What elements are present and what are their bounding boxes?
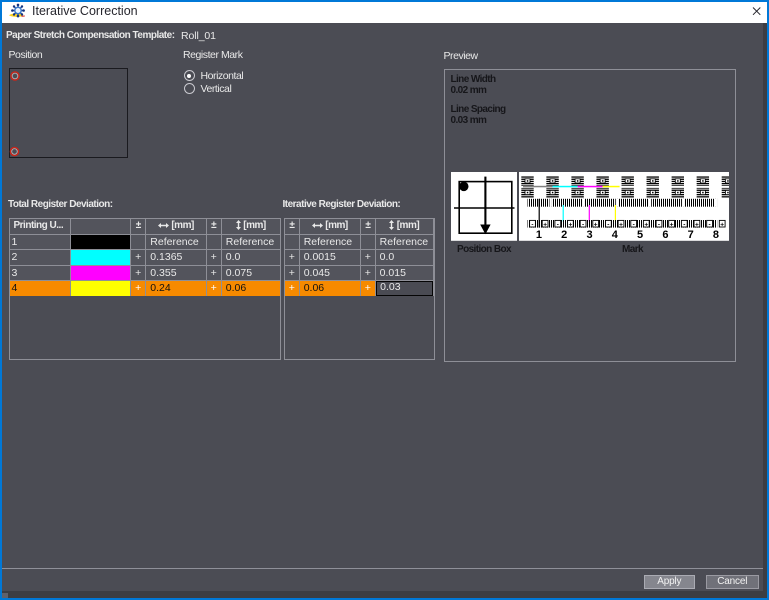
svg-text:6: 6: [662, 229, 668, 241]
svg-text:-: -: [708, 221, 710, 228]
svg-text:+: +: [694, 221, 698, 228]
svg-text:-: -: [531, 221, 533, 228]
svg-text:+: +: [619, 221, 623, 228]
svg-text:-: -: [607, 221, 609, 228]
svg-text:4: 4: [611, 229, 618, 241]
svg-text:+: +: [720, 221, 724, 228]
svg-text:-: -: [582, 221, 584, 228]
svg-text:5: 5: [637, 229, 643, 241]
svg-text:-: -: [683, 221, 685, 228]
svg-text:+: +: [568, 221, 572, 228]
svg-text:+: +: [669, 221, 673, 228]
svg-text:3: 3: [586, 229, 592, 241]
svg-text:1: 1: [535, 229, 541, 241]
svg-text:+: +: [543, 221, 547, 228]
svg-text:-: -: [556, 221, 558, 228]
svg-text:7: 7: [687, 229, 693, 241]
svg-text:-: -: [657, 221, 659, 228]
svg-text:2: 2: [561, 229, 567, 241]
svg-text:+: +: [593, 221, 597, 228]
svg-text:-: -: [632, 221, 634, 228]
svg-text:+: +: [644, 221, 648, 228]
svg-text:8: 8: [712, 229, 718, 241]
